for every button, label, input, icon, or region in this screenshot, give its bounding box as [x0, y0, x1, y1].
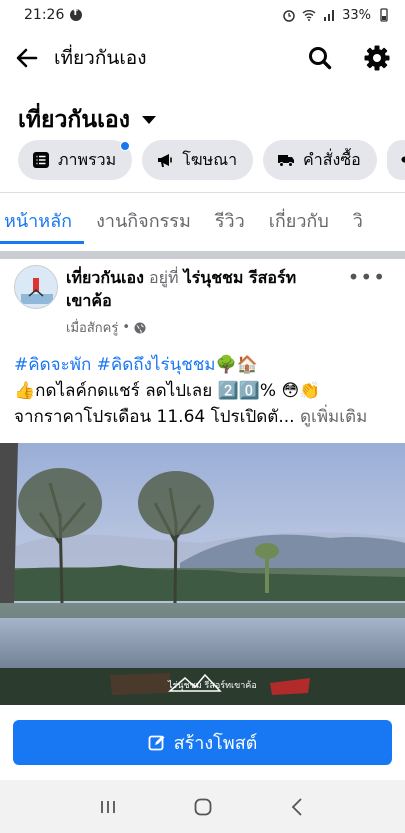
post-time-text[interactable]: เมื่อสักครู่	[66, 317, 118, 338]
globe-icon	[134, 322, 146, 333]
post-timestamp: เมื่อสักครู่ •	[66, 317, 146, 338]
post-line-3: จากราคาโปรเดือน 11.64 โปรเปิดตั... ดูเพิ…	[14, 404, 399, 430]
post-line-2: 👍กดไลค์กดแชร์ ลดไปเลย 2️⃣0️⃣% 😳👏	[14, 381, 321, 401]
facebook-notification-icon	[70, 7, 83, 21]
page-name: เที่ยวกันเอง	[18, 107, 130, 133]
page-switcher[interactable]: เที่ยวกันเอง	[18, 102, 156, 138]
truck-icon	[278, 155, 295, 167]
home-icon[interactable]	[192, 796, 214, 818]
tab-about[interactable]: เกี่ยวกับ	[257, 196, 341, 244]
post-author-name[interactable]: เที่ยวกันเอง	[66, 268, 144, 287]
chip-overview-label: ภาพรวม	[58, 149, 117, 169]
tab-more[interactable]: วิ	[341, 196, 375, 244]
post-place-line1[interactable]: ไร่นุชชม รีสอร์ท	[184, 268, 297, 287]
separator-dot: •	[122, 320, 130, 335]
nav-title: เที่ยวกันเอง	[54, 47, 147, 69]
chat-icon	[401, 156, 405, 163]
gear-icon[interactable]	[363, 44, 391, 72]
tab-home[interactable]: หน้าหลัก	[0, 196, 85, 244]
wifi-icon	[302, 10, 316, 21]
hashtags-text[interactable]: #คิดจะพัก #คิดถึงไร่นุชชม	[14, 355, 216, 375]
page-tabs: หน้าหลัก งานกิจกรรม รีวิว เกี่ยวกับ วิ	[0, 196, 405, 248]
battery-icon	[380, 8, 388, 22]
chip-ads-label: โฆษณา	[182, 149, 238, 169]
status-icons: 33%	[282, 8, 391, 23]
more-options-icon[interactable]: •••	[348, 265, 386, 289]
tab-about-label: เกี่ยวกับ	[268, 210, 329, 232]
signal-icon	[324, 10, 335, 21]
avatar-image	[15, 266, 57, 308]
status-bar: 21:26 33%	[0, 0, 405, 30]
see-more-link[interactable]: ดูเพิ่มเติม	[300, 407, 367, 427]
post-place-line2[interactable]: เขาค้อ	[66, 291, 112, 310]
tree-house-icon: 🌳🏠	[215, 355, 258, 375]
post-body: #คิดจะพัก #คิดถึงไร่นุชชม🌳🏠 👍กดไลค์กดแชร…	[14, 352, 399, 430]
post-photo[interactable]: ไร่นุชชม รีสอร์ทเขาค้อ	[0, 443, 405, 705]
tab-more-label: วิ	[352, 210, 363, 232]
post-author-line: เที่ยวกันเอง อยู่ที่ ไร่นุชชม รีสอร์ท เข…	[66, 266, 366, 312]
recent-apps-icon[interactable]	[97, 796, 119, 818]
tab-home-label: หน้าหลัก	[4, 210, 73, 232]
chip-overview[interactable]: ภาพรวม	[18, 140, 133, 180]
notification-dot	[120, 141, 131, 151]
post-hashtags[interactable]: #คิดจะพัก #คิดถึงไร่นุชชม🌳🏠	[14, 352, 399, 378]
create-post-button[interactable]: สร้างโพสต์	[13, 720, 392, 765]
top-nav: เที่ยวกันเอง	[0, 38, 405, 78]
post-line-3-text: จากราคาโปรเดือน 11.64 โปรเปิดตั...	[14, 407, 295, 427]
status-time: 21:26	[24, 7, 65, 23]
back-arrow-icon[interactable]	[14, 45, 40, 71]
chip-more[interactable]	[386, 140, 405, 180]
battery-percent: 33%	[342, 7, 371, 23]
system-navigation-bar	[0, 780, 405, 833]
tab-reviews[interactable]: รีวิว	[203, 196, 257, 244]
lake-landscape-image	[0, 443, 405, 705]
chip-orders[interactable]: คำสั่งซื้อ	[263, 140, 377, 180]
chip-orders-label: คำสั่งซื้อ	[303, 149, 361, 169]
page-actions-chips: ภาพรวม โฆษณา คำสั่งซื้อ	[18, 140, 405, 180]
chevron-down-icon	[141, 116, 156, 124]
tab-events[interactable]: งานกิจกรรม	[84, 196, 203, 244]
chip-ads[interactable]: โฆษณา	[142, 140, 254, 180]
create-post-label: สร้างโพสต์	[173, 733, 258, 754]
section-separator	[0, 251, 405, 259]
divider	[0, 192, 405, 193]
photo-watermark: ไร่นุชชม รีสอร์ทเขาค้อ	[168, 681, 257, 691]
avatar[interactable]	[14, 265, 58, 309]
megaphone-icon	[158, 154, 173, 167]
back-icon[interactable]	[287, 796, 309, 818]
search-icon[interactable]	[307, 45, 333, 71]
tab-reviews-label: รีวิว	[214, 210, 245, 232]
list-icon	[33, 152, 49, 168]
alarm-icon	[283, 10, 295, 22]
post-at-text: อยู่ที่	[148, 268, 179, 287]
tab-events-label: งานกิจกรรม	[96, 210, 191, 232]
edit-icon	[148, 735, 165, 750]
